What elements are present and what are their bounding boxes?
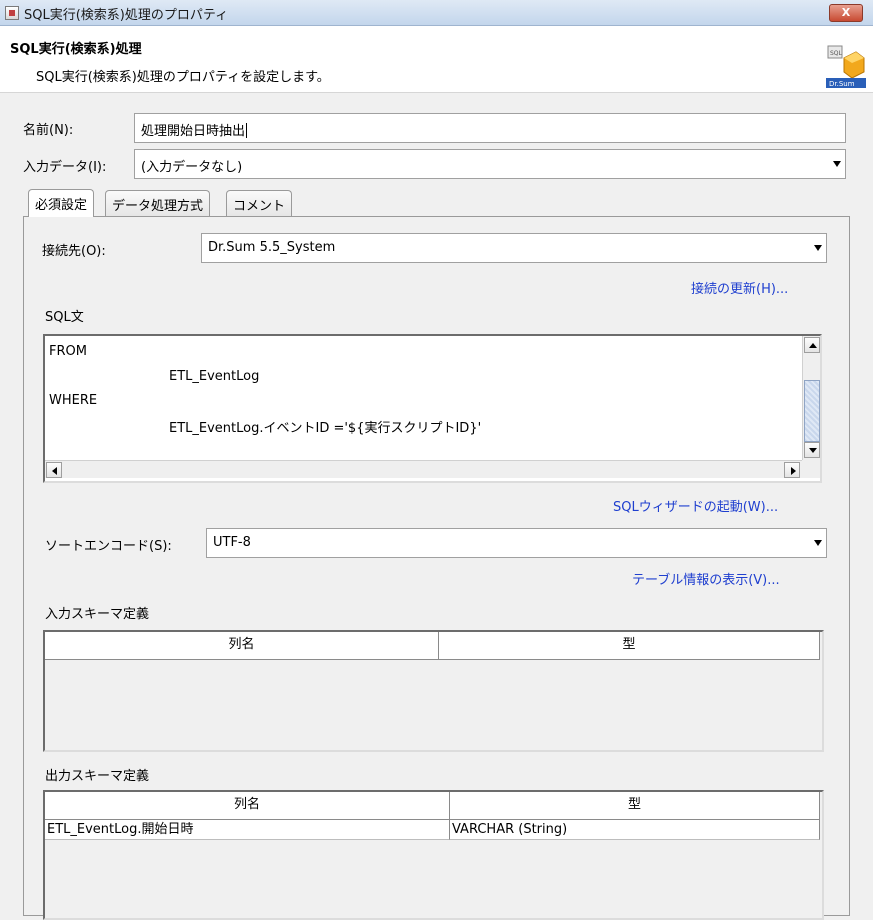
scroll-thumb[interactable] <box>804 380 820 442</box>
input-data-label: 入力データ(I): <box>23 160 107 175</box>
column-header-type[interactable]: 型 <box>450 792 820 820</box>
name-input-value: 処理開始日時抽出 <box>141 124 246 139</box>
sql-line: FROM <box>49 344 87 359</box>
scroll-up-icon[interactable] <box>804 337 820 353</box>
table-cell[interactable]: ETL_EventLog.開始日時 <box>45 820 450 840</box>
column-header-name[interactable]: 列名 <box>45 792 450 820</box>
close-button[interactable]: X <box>829 4 863 22</box>
window-title: SQL実行(検索系)処理のプロパティ <box>24 8 229 23</box>
input-data-value: (入力データなし) <box>141 160 243 175</box>
output-schema-label: 出力スキーマ定義 <box>45 769 150 784</box>
chevron-down-icon <box>833 161 841 167</box>
column-header-name[interactable]: 列名 <box>45 632 439 660</box>
sort-encode-label: ソートエンコード(S): <box>45 539 172 554</box>
connection-select[interactable]: Dr.Sum 5.5_System <box>201 233 827 263</box>
tab-required[interactable]: 必須設定 <box>28 189 95 217</box>
drsum-logo-icon: SQL Dr.Sum <box>826 44 866 88</box>
scroll-down-icon[interactable] <box>804 442 820 458</box>
tab-data-processing[interactable]: データ処理方式 <box>105 190 211 216</box>
name-input[interactable]: 処理開始日時抽出 <box>134 113 846 143</box>
svg-text:Dr.Sum: Dr.Sum <box>829 80 855 88</box>
input-schema-table[interactable]: 列名 型 <box>43 630 824 752</box>
scroll-right-icon[interactable] <box>784 462 800 478</box>
sort-encode-value: UTF-8 <box>213 535 251 550</box>
header-description: SQL実行(検索系)処理のプロパティを設定します。 <box>36 70 330 85</box>
connection-value: Dr.Sum 5.5_System <box>208 240 336 255</box>
sql-wizard-link[interactable]: SQLウィザードの起動(W)... <box>613 496 778 515</box>
scroll-left-icon[interactable] <box>46 462 62 478</box>
svg-text:SQL: SQL <box>830 50 843 57</box>
table-cell[interactable]: VARCHAR (String) <box>450 820 820 840</box>
tab-comment[interactable]: コメント <box>226 190 293 216</box>
connection-label: 接続先(O): <box>42 244 106 259</box>
sql-vertical-scrollbar[interactable] <box>802 336 820 460</box>
chevron-down-icon <box>814 540 822 546</box>
name-label: 名前(N): <box>23 123 74 138</box>
sql-label: SQL文 <box>45 310 84 325</box>
sql-line: ETL_EventLog.イベントID ='${実行スクリプトID}' <box>169 421 482 436</box>
scroll-corner <box>802 460 820 478</box>
sql-line: ETL_EventLog <box>169 369 260 384</box>
window-icon[interactable] <box>5 6 19 20</box>
input-data-select[interactable]: (入力データなし) <box>134 149 846 179</box>
refresh-connection-link[interactable]: 接続の更新(H)... <box>691 278 788 297</box>
column-header-type[interactable]: 型 <box>439 632 820 660</box>
sql-line: WHERE <box>49 393 98 408</box>
sql-horizontal-scrollbar[interactable] <box>45 460 802 478</box>
input-schema-label: 入力スキーマ定義 <box>45 607 150 622</box>
output-schema-table[interactable]: 列名 型 ETL_EventLog.開始日時 VARCHAR (String) <box>43 790 824 920</box>
sort-encode-select[interactable]: UTF-8 <box>206 528 827 558</box>
chevron-down-icon <box>814 245 822 251</box>
header-title: SQL実行(検索系)処理 <box>10 42 142 57</box>
table-info-link[interactable]: テーブル情報の表示(V)... <box>632 569 780 588</box>
